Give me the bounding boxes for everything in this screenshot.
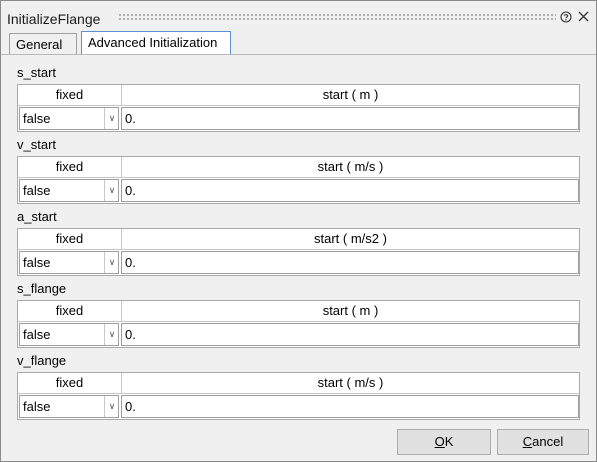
fixed-dropdown-value: false <box>23 183 51 198</box>
column-header-fixed: fixed <box>18 301 122 322</box>
ok-label-rest: K <box>444 434 454 449</box>
cancel-mnemonic: C <box>522 434 533 449</box>
fixed-dropdown-value: false <box>23 399 51 414</box>
fixed-dropdown-value: false <box>23 327 51 342</box>
fixed-dropdown[interactable]: false ∨ <box>19 179 119 202</box>
drag-grip[interactable] <box>118 13 556 21</box>
dropdown-divider <box>104 396 105 417</box>
column-header-start: start ( m/s2 ) <box>122 229 579 250</box>
start-value-input[interactable]: 0. <box>121 179 579 202</box>
chevron-down-icon[interactable]: ∨ <box>106 397 118 415</box>
chevron-down-icon[interactable]: ∨ <box>106 181 118 199</box>
cancel-label-rest: ancel <box>532 434 564 449</box>
param-table-v-start: fixed start ( m/s ) false ∨ 0. <box>17 156 580 204</box>
param-table-v-flange: fixed start ( m/s ) false ∨ 0. <box>17 372 580 420</box>
chevron-down-icon[interactable]: ∨ <box>106 109 118 127</box>
param-label-a-start: a_start <box>17 209 57 224</box>
close-icon[interactable] <box>576 11 590 25</box>
fixed-dropdown[interactable]: false ∨ <box>19 251 119 274</box>
fixed-dropdown-value: false <box>23 255 51 270</box>
close-icon-glyph <box>578 11 588 22</box>
tab-bar: General Advanced Initialization <box>9 31 589 55</box>
start-value-input[interactable]: 0. <box>121 395 579 418</box>
chevron-down-icon[interactable]: ∨ <box>106 253 118 271</box>
column-header-fixed: fixed <box>18 157 122 178</box>
fixed-dropdown[interactable]: false ∨ <box>19 323 119 346</box>
column-header-start: start ( m/s ) <box>122 157 579 178</box>
start-value-input[interactable]: 0. <box>121 251 579 274</box>
tab-advanced-initialization[interactable]: Advanced Initialization <box>81 31 231 55</box>
ok-mnemonic: O <box>434 434 445 449</box>
column-header-start: start ( m/s ) <box>122 373 579 394</box>
dropdown-divider <box>104 108 105 129</box>
param-table-a-start: fixed start ( m/s2 ) false ∨ 0. <box>17 228 580 276</box>
question-circle-icon-glyph <box>560 11 572 23</box>
window-title: InitializeFlange <box>7 11 101 27</box>
param-label-v-flange: v_flange <box>17 353 67 368</box>
param-label-v-start: v_start <box>17 137 57 152</box>
ok-button[interactable]: OK <box>397 429 491 455</box>
param-table-s-flange: fixed start ( m ) false ∨ 0. <box>17 300 580 348</box>
title-bar[interactable]: InitializeFlange <box>1 1 596 31</box>
fixed-dropdown[interactable]: false ∨ <box>19 107 119 130</box>
column-header-fixed: fixed <box>18 373 122 394</box>
question-circle-icon[interactable] <box>559 11 573 25</box>
column-header-fixed: fixed <box>18 85 122 106</box>
param-table-s-start: fixed start ( m ) false ∨ 0. <box>17 84 580 132</box>
dropdown-divider <box>104 324 105 345</box>
tab-content: s_start fixed start ( m ) false ∨ 0. v_s… <box>1 55 596 461</box>
cancel-button[interactable]: Cancel <box>497 429 589 455</box>
column-header-start: start ( m ) <box>122 301 579 322</box>
dropdown-divider <box>104 180 105 201</box>
dropdown-divider <box>104 252 105 273</box>
column-header-fixed: fixed <box>18 229 122 250</box>
fixed-dropdown[interactable]: false ∨ <box>19 395 119 418</box>
param-label-s-flange: s_flange <box>17 281 67 296</box>
chevron-down-icon[interactable]: ∨ <box>106 325 118 343</box>
column-header-start: start ( m ) <box>122 85 579 106</box>
tab-general[interactable]: General <box>9 33 77 55</box>
start-value-input[interactable]: 0. <box>121 323 579 346</box>
dialog-window: InitializeFlange General Advanced Initia… <box>0 0 597 462</box>
start-value-input[interactable]: 0. <box>121 107 579 130</box>
param-label-s-start: s_start <box>17 65 57 80</box>
fixed-dropdown-value: false <box>23 111 51 126</box>
